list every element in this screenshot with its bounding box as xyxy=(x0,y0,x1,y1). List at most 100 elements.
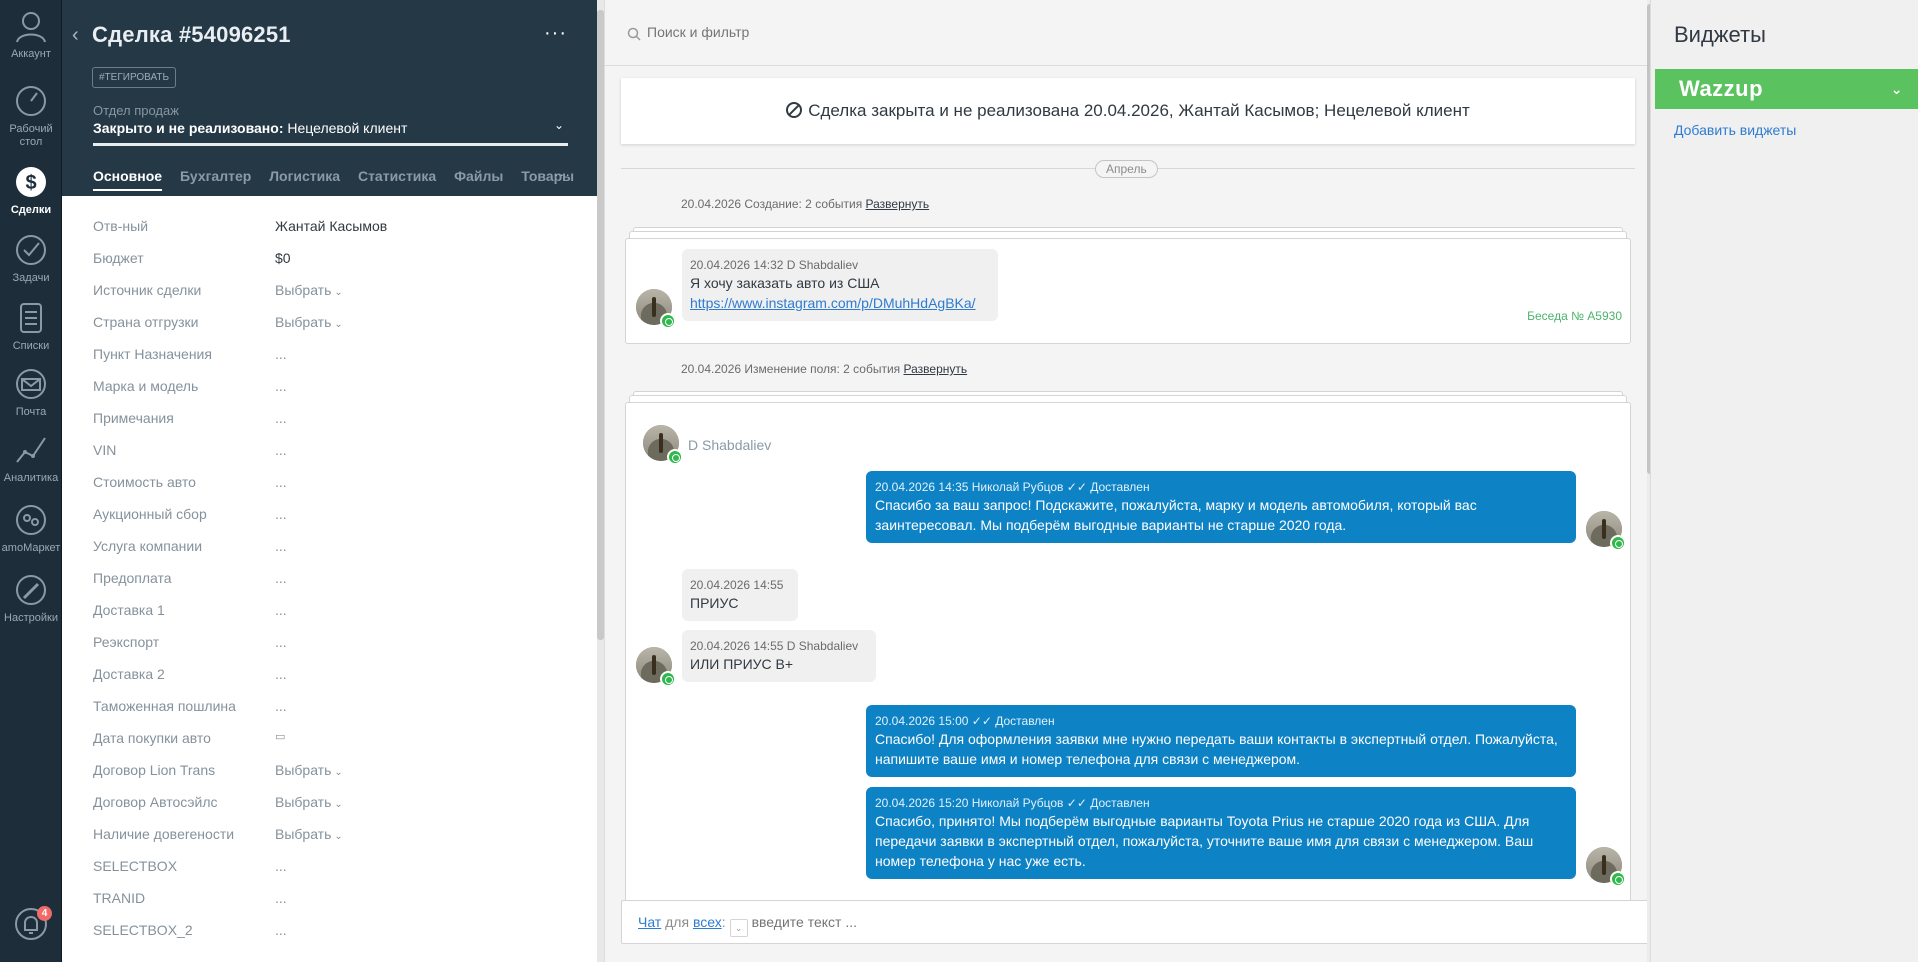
event-note-field-change: 20.04.2026 Изменение поля: 2 события Раз… xyxy=(681,362,967,376)
chevron-down-icon: ⌄ xyxy=(1890,81,1903,97)
chevron-down-icon: ⌄ xyxy=(334,287,343,298)
message-link[interactable]: https://www.instagram.com/p/DMuhHdAgBKa/ xyxy=(690,295,976,311)
back-chevron-icon[interactable]: ‹ xyxy=(72,24,92,47)
nav-lists[interactable]: Списки xyxy=(0,300,62,353)
activity-feed: Сделка закрыта и не реализована 20.04.20… xyxy=(604,0,1653,962)
field-shipping-country: Страна отгрузки Выбрать ⌄ xyxy=(93,306,573,338)
field-label: SELECTBOX xyxy=(93,858,178,874)
nav-notifications[interactable]: 4 xyxy=(0,906,62,946)
field-select[interactable]: Выбрать ⌄ xyxy=(275,762,343,778)
field-notes: Примечания... xyxy=(93,402,573,434)
field-prepayment: Предоплата... xyxy=(93,562,573,594)
wazzup-widget[interactable]: Wazzup ⌄ xyxy=(1655,69,1918,109)
field-value[interactable]: ... xyxy=(275,858,287,874)
field-label: Реэкспорт xyxy=(93,634,160,650)
avatar[interactable] xyxy=(636,647,676,687)
search-input[interactable] xyxy=(647,24,1147,40)
closed-ban-icon xyxy=(786,102,803,118)
pipeline-status-select[interactable]: Закрыто и не реализовано: Нецелевой клие… xyxy=(93,120,407,136)
field-select[interactable]: Выбрать ⌄ xyxy=(275,826,343,842)
card-scrollbar[interactable] xyxy=(597,0,604,962)
expand-link[interactable]: Развернуть xyxy=(866,197,930,211)
add-widgets-link[interactable]: Добавить виджеты xyxy=(1674,122,1796,138)
field-value: Выбрать xyxy=(275,762,332,778)
field-value[interactable]: Жантай Касымов xyxy=(275,218,387,234)
nav-amomarket[interactable]: amoМаркет xyxy=(0,502,62,555)
chevron-down-icon[interactable]: ⌄ xyxy=(554,118,564,132)
avatar[interactable] xyxy=(1586,847,1626,887)
tab-logistics[interactable]: Логистика xyxy=(269,168,340,184)
deal-card: ‹ Сделка #54096251 ··· #ТЕГИРОВАТЬ Отдел… xyxy=(62,0,597,962)
message-status: Доставлен xyxy=(995,714,1055,728)
field-select[interactable]: Выбрать ⌄ xyxy=(275,794,343,810)
field-value[interactable]: ... xyxy=(275,634,287,650)
double-check-icon: ✓✓ xyxy=(971,714,992,728)
field-reexport: Реэкспорт... xyxy=(93,626,573,658)
field-label: Предоплата xyxy=(93,570,172,586)
chevron-down-icon: ⌄ xyxy=(334,799,343,810)
message-meta: 20.04.2026 14:55 D Shabdaliev xyxy=(690,639,859,653)
field-value[interactable]: ... xyxy=(275,538,287,554)
tab-accounting[interactable]: Бухгалтер xyxy=(180,168,251,184)
field-power-of-attorney: Наличие довerености Выбрать ⌄ xyxy=(93,818,573,850)
incoming-message: 20.04.2026 14:55 D Shabdaliev ИЛИ ПРИУС … xyxy=(682,630,876,682)
chevron-down-icon: ⌄ xyxy=(334,831,343,842)
tab-main[interactable]: Основное xyxy=(93,168,163,191)
field-value[interactable]: ... xyxy=(275,666,287,682)
search-icon xyxy=(627,27,641,41)
field-value[interactable]: ... xyxy=(275,506,287,522)
field-label: TRANID xyxy=(93,890,146,906)
event-note-text: 20.04.2026 Изменение поля: 2 события xyxy=(681,362,904,376)
message-input[interactable] xyxy=(751,914,1152,930)
field-delivery-1: Доставка 1... xyxy=(93,594,573,626)
field-value[interactable]: ... xyxy=(275,602,287,618)
tag-button[interactable]: #ТЕГИРОВАТЬ xyxy=(92,67,177,88)
wazzup-label: Wazzup xyxy=(1679,76,1764,101)
field-label: SELECTBOX_2 xyxy=(93,922,193,938)
field-value[interactable]: ... xyxy=(275,474,287,490)
notifications-badge: 4 xyxy=(37,906,52,921)
field-select[interactable]: Выбрать ⌄ xyxy=(275,314,343,330)
recipients-all-link[interactable]: всех xyxy=(693,914,722,930)
tab-statistics[interactable]: Статистика xyxy=(358,168,436,184)
message-meta: 20.04.2026 14:55 xyxy=(690,578,784,592)
expand-link[interactable]: Развернуть xyxy=(904,362,968,376)
incoming-message: 20.04.2026 14:55 ПРИУС xyxy=(682,569,798,621)
conversation-number[interactable]: Беседа № A5930 xyxy=(1527,309,1622,323)
nav-analytics[interactable]: Аналитика xyxy=(0,432,62,485)
field-value[interactable]: ... xyxy=(275,922,287,938)
deal-title: Сделка #54096251 xyxy=(92,22,291,47)
calendar-icon[interactable]: ▭ xyxy=(275,730,285,743)
avatar[interactable] xyxy=(1586,511,1626,551)
field-value: Выбрать xyxy=(275,314,332,330)
nav-tasks[interactable]: Задачи xyxy=(0,232,62,285)
avatar[interactable] xyxy=(636,289,676,329)
field-value[interactable]: ... xyxy=(275,378,287,394)
field-value[interactable]: $0 xyxy=(275,250,291,266)
nav-deals[interactable]: $ Сделки xyxy=(0,164,62,217)
scrollbar-thumb[interactable] xyxy=(597,10,604,640)
nav-settings[interactable]: Настройки xyxy=(0,572,62,625)
field-value[interactable]: ... xyxy=(275,410,287,426)
nav-mail[interactable]: Почта xyxy=(0,366,62,419)
nav-account[interactable]: Аккаунт xyxy=(0,8,62,61)
chevron-down-icon[interactable]: ⌄ xyxy=(729,919,748,937)
avatar[interactable] xyxy=(643,425,683,465)
channel-chat-link[interactable]: Чат xyxy=(638,914,661,930)
field-value[interactable]: ... xyxy=(275,698,287,714)
card-more-button[interactable]: ··· xyxy=(544,22,567,45)
field-value[interactable]: ... xyxy=(275,570,287,586)
tab-files[interactable]: Файлы xyxy=(454,168,503,184)
field-value[interactable]: ... xyxy=(275,890,287,906)
tabs-more-button[interactable]: ··· xyxy=(554,166,571,182)
field-selectbox: SELECTBOX... xyxy=(93,850,573,882)
whatsapp-icon xyxy=(660,313,676,329)
field-select[interactable]: Выбрать ⌄ xyxy=(275,282,343,298)
nav-dashboard[interactable]: Рабочий стол xyxy=(0,83,62,149)
field-value[interactable]: ... xyxy=(275,346,287,362)
pipeline-status-reason: Нецелевой клиент xyxy=(283,120,408,136)
chat-card: 20.04.2026 14:32 D Shabdaliev Я хочу зак… xyxy=(625,238,1631,344)
field-value[interactable]: ... xyxy=(275,442,287,458)
sender-name: D Shabdaliev xyxy=(688,437,772,453)
event-note-text: 20.04.2026 Создание: 2 события xyxy=(681,197,866,211)
